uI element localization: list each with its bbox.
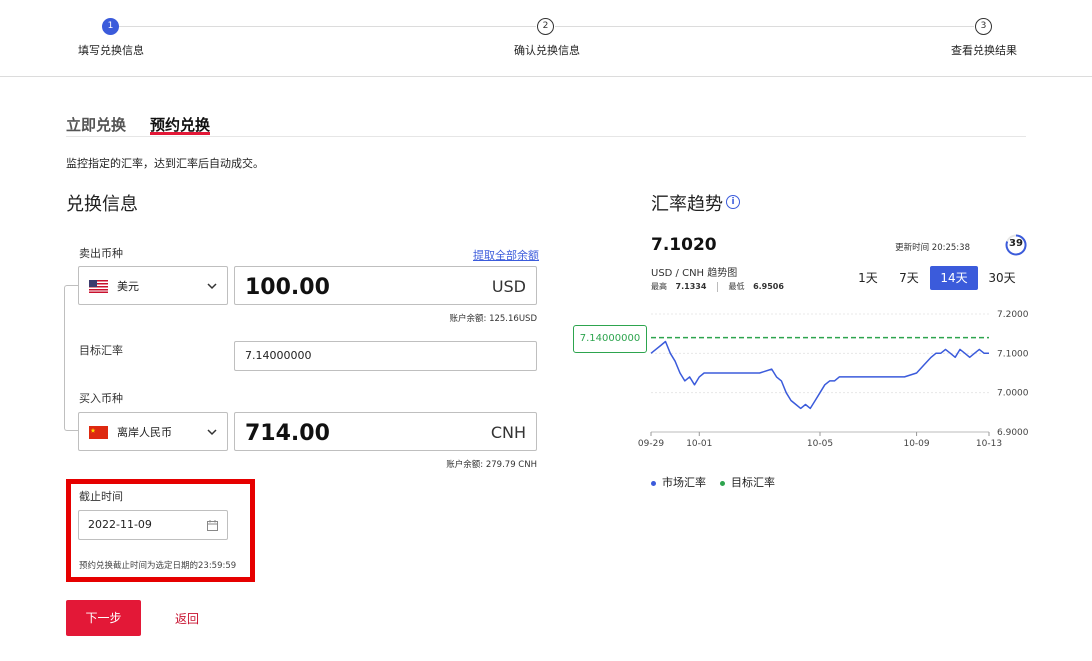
info-icon[interactable]: i	[726, 195, 740, 209]
low-label: 最低	[728, 282, 745, 291]
buy-currency-select[interactable]: 离岸人民币	[78, 412, 228, 451]
buy-currency-label: 买入币种	[79, 392, 123, 405]
step-1-circle: 1	[102, 18, 119, 35]
legend-market-label: 市场汇率	[662, 476, 706, 489]
range-30-days[interactable]: 30天	[986, 266, 1018, 290]
step-2-label: 确认兑换信息	[514, 44, 580, 57]
us-flag-icon	[89, 280, 108, 293]
update-time: 更新时间 20:25:38	[895, 243, 970, 253]
x-tick-label: 10-09	[903, 439, 929, 449]
page-description: 监控指定的汇率，达到汇率后自动成交。	[66, 157, 264, 170]
sell-amount-value: 100.00	[245, 275, 330, 300]
stepper-connector	[555, 26, 974, 27]
buy-amount-value: 714.00	[245, 421, 330, 446]
deadline-date-value: 2022-11-09	[88, 518, 152, 531]
legend-target-rate: 目标汇率	[720, 474, 775, 490]
step-2-circle: 2	[537, 18, 554, 35]
step-3-label: 查看兑换结果	[951, 44, 1017, 57]
calendar-icon	[207, 520, 218, 531]
sell-currency-code: USD	[491, 277, 526, 296]
tabs-divider	[66, 136, 1026, 137]
high-low-summary: 最高 7.1334 最低 6.9506	[651, 281, 784, 292]
range-1-day[interactable]: 1天	[854, 266, 882, 290]
target-rate-label: 目标汇率	[79, 344, 123, 357]
chevron-down-icon	[207, 429, 217, 436]
range-7-days[interactable]: 7天	[895, 266, 923, 290]
progress-stepper: 1 填写兑换信息 2 确认兑换信息 3 查看兑换结果	[0, 0, 1092, 77]
next-step-button[interactable]: 下一步	[66, 600, 141, 636]
active-tab-indicator	[150, 132, 210, 135]
cn-flag-icon	[89, 426, 108, 439]
deadline-label: 截止时间	[79, 490, 123, 503]
y-tick-label: 7.2000	[997, 310, 1029, 320]
current-rate: 7.1020	[651, 235, 717, 255]
legend-target-label: 目标汇率	[731, 476, 775, 489]
back-link[interactable]: 返回	[175, 610, 199, 627]
currency-link-bracket	[64, 285, 80, 431]
rate-trend-chart: 7.2000 7.1000 7.0000 6.9000 09-29 10-01 10-05 1…	[638, 310, 1029, 449]
sell-balance: 账户余额: 125.16USD	[449, 314, 537, 324]
sell-currency-label: 卖出币种	[79, 247, 123, 260]
step-3-circle: 3	[975, 18, 992, 35]
buy-currency-value: 离岸人民币	[117, 426, 172, 439]
deadline-hint: 预约兑换截止时间为选定日期的23:59:59	[79, 561, 237, 571]
buy-amount-input[interactable]: 714.00 CNH	[234, 412, 537, 451]
withdraw-all-link[interactable]: 提取全部余额	[473, 247, 539, 263]
form-title: 兑换信息	[66, 194, 138, 215]
stepper-connector	[118, 26, 536, 27]
market-dot-icon	[651, 480, 656, 486]
y-tick-label: 7.1000	[997, 349, 1029, 359]
refresh-countdown: 39	[1009, 238, 1023, 249]
x-tick-label: 10-13	[976, 439, 1002, 449]
range-14-days[interactable]: 14天	[930, 266, 978, 290]
buy-balance: 账户余额: 279.79 CNH	[446, 460, 537, 470]
deadline-date-picker[interactable]: 2022-11-09	[78, 510, 228, 540]
divider	[716, 281, 718, 292]
target-rate-input[interactable]: 7.14000000	[234, 341, 537, 371]
sell-currency-value: 美元	[117, 280, 139, 293]
target-dot-icon	[720, 480, 725, 486]
market-rate-line	[650, 340, 989, 410]
legend-market-rate: 市场汇率	[651, 474, 706, 490]
y-tick-label: 6.9000	[997, 428, 1029, 438]
currency-pair-label: USD / CNH 趋势图	[651, 268, 738, 279]
tab-instant-exchange[interactable]: 立即兑换	[66, 114, 126, 135]
high-value: 7.1334	[675, 282, 707, 291]
trend-title: 汇率趋势	[651, 194, 723, 215]
y-tick-label: 7.0000	[997, 389, 1029, 399]
low-value: 6.9506	[753, 282, 784, 291]
sell-amount-input[interactable]: 100.00 USD	[234, 266, 537, 305]
sell-currency-select[interactable]: 美元	[78, 266, 228, 305]
x-tick-label: 10-05	[807, 439, 833, 449]
target-rate-tag: 7.14000000	[573, 325, 647, 353]
x-tick-label: 10-01	[686, 439, 712, 449]
step-1-label: 填写兑换信息	[78, 44, 144, 57]
chevron-down-icon	[207, 283, 217, 290]
x-tick-label: 09-29	[638, 439, 664, 449]
buy-currency-code: CNH	[490, 423, 526, 442]
high-label: 最高	[651, 282, 667, 291]
